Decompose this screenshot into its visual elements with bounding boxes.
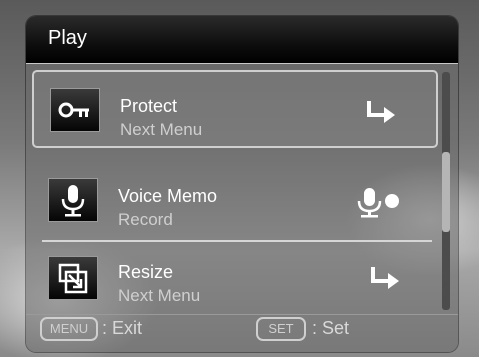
menu-item-label: Voice Memo — [118, 186, 218, 206]
menu-item-label: Resize — [118, 262, 174, 282]
screen-title: Play — [48, 27, 87, 49]
menu-item-label: Protect — [120, 96, 178, 116]
key-icon — [50, 88, 100, 132]
menu-list: Protect Next Menu Voice Memo Record Resi… — [32, 68, 440, 316]
menu-item-protect[interactable]: Protect Next Menu — [32, 70, 438, 148]
title-bar: Play — [26, 16, 458, 64]
microphone-icon — [48, 178, 98, 222]
resize-icon — [48, 256, 98, 300]
set-key-icon[interactable]: SET — [256, 317, 306, 341]
scrollbar[interactable] — [442, 72, 450, 310]
record-mic-icon — [357, 188, 399, 218]
menu-item-voice-memo[interactable]: Voice Memo Record — [32, 164, 438, 242]
set-hint: : Set — [312, 318, 350, 338]
menu-item-sublabel: Next Menu — [118, 286, 201, 305]
menu-key-icon[interactable]: MENU — [40, 317, 98, 341]
exit-hint: : Exit — [102, 318, 143, 338]
menu-item-resize[interactable]: Resize Next Menu — [32, 242, 438, 320]
next-arrow-icon — [367, 101, 395, 123]
menu-item-sublabel: Record — [118, 210, 173, 229]
scroll-thumb[interactable] — [442, 152, 450, 232]
play-menu-panel: Play Protect Next Menu Voice Memo Record… — [26, 16, 458, 352]
menu-item-sublabel: Next Menu — [120, 120, 203, 139]
footer-divider — [26, 314, 458, 315]
next-arrow-icon — [371, 267, 399, 289]
